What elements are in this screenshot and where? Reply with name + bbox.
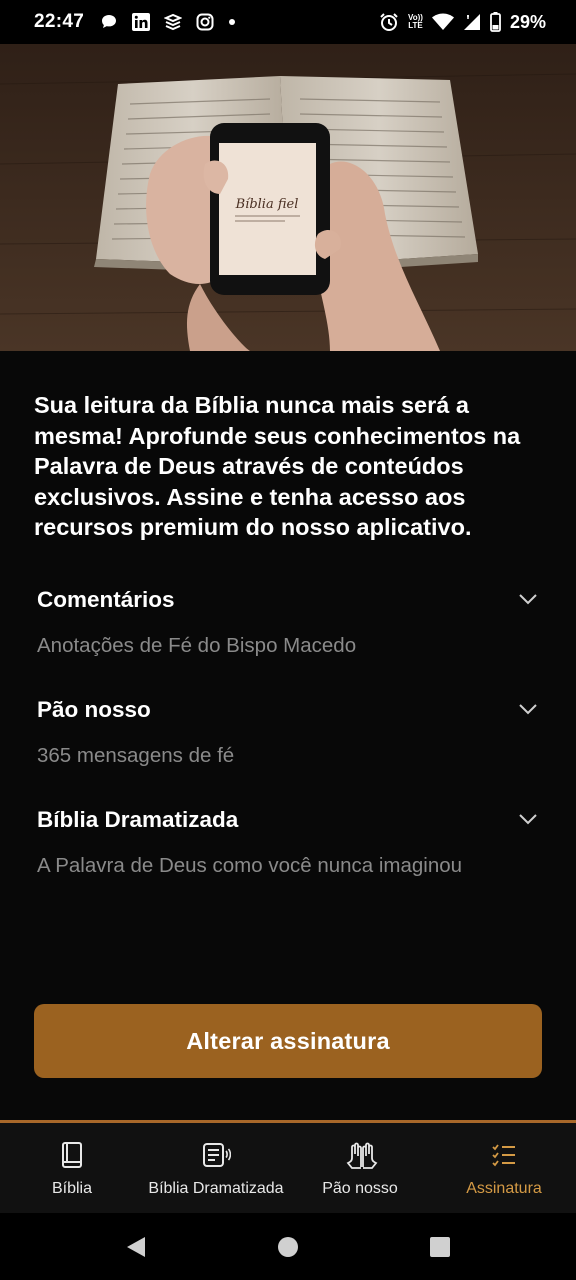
feature-title: Pão nosso xyxy=(37,697,151,722)
hero-image: Bíblia fiel xyxy=(0,44,576,351)
battery-icon xyxy=(490,12,501,32)
wifi-icon xyxy=(431,13,454,31)
feature-subtitle: Anotações de Fé do Bispo Macedo xyxy=(37,634,357,657)
feature-pao-nosso[interactable]: Pão nosso 365 mensagens de fé xyxy=(37,697,540,767)
volte-icon: Vo)) LTE xyxy=(408,13,423,30)
back-icon[interactable] xyxy=(125,1235,147,1259)
bottom-tab-bar: Bíblia Bíblia Dramatizada Pão nosso Assi… xyxy=(0,1123,576,1213)
feature-biblia-dramatizada[interactable]: Bíblia Dramatizada A Palavra de Deus com… xyxy=(37,807,540,877)
alarm-icon xyxy=(379,12,399,32)
tab-biblia[interactable]: Bíblia xyxy=(0,1123,144,1213)
status-bar: 22:47 Vo)) LTE 29% xyxy=(0,0,576,44)
tab-pao-nosso[interactable]: Pão nosso xyxy=(288,1123,432,1213)
change-subscription-button[interactable]: Alterar assinatura xyxy=(34,1004,542,1078)
checklist-icon xyxy=(489,1140,519,1170)
phone-screen-title: Bíblia fiel xyxy=(235,197,299,212)
tab-label: Assinatura xyxy=(466,1180,542,1197)
chevron-down-icon[interactable] xyxy=(516,697,540,721)
feature-subtitle: A Palavra de Deus como você nunca imagin… xyxy=(37,854,463,877)
feature-title: Bíblia Dramatizada xyxy=(37,807,239,832)
linkedin-icon xyxy=(132,13,151,31)
audio-book-icon xyxy=(201,1140,231,1170)
home-icon[interactable] xyxy=(277,1236,299,1258)
tab-label: Bíblia Dramatizada xyxy=(148,1180,284,1197)
recents-icon[interactable] xyxy=(429,1236,451,1258)
chevron-down-icon[interactable] xyxy=(516,587,540,611)
tab-label: Pão nosso xyxy=(322,1180,398,1197)
chat-bubble-icon xyxy=(100,13,118,31)
praying-hands-icon xyxy=(345,1140,378,1170)
status-time: 22:47 xyxy=(34,11,85,32)
chevron-down-icon[interactable] xyxy=(516,807,540,831)
stack-icon xyxy=(164,13,183,31)
system-nav-bar xyxy=(0,1213,576,1280)
dot-icon xyxy=(228,18,236,26)
feature-comentarios[interactable]: Comentários Anotações de Fé do Bispo Mac… xyxy=(37,587,540,657)
battery-percent: 29% xyxy=(509,11,546,32)
intro-text: Sua leitura da Bíblia nunca mais será a … xyxy=(34,392,521,540)
tab-label: Bíblia xyxy=(51,1180,93,1197)
book-icon xyxy=(57,1140,87,1170)
feature-subtitle: 365 mensagens de fé xyxy=(37,744,235,767)
feature-title: Comentários xyxy=(37,587,175,612)
tab-biblia-dramatizada[interactable]: Bíblia Dramatizada xyxy=(144,1123,288,1213)
instagram-icon xyxy=(196,13,214,31)
tab-assinatura[interactable]: Assinatura xyxy=(432,1123,576,1213)
signal-icon xyxy=(463,13,481,31)
